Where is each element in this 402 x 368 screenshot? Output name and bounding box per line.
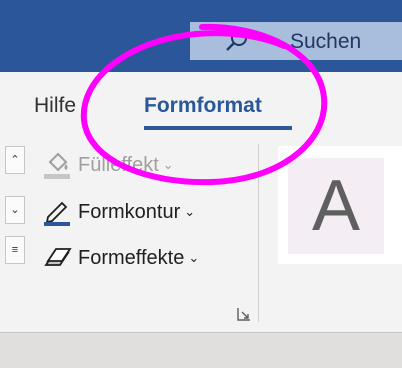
search-icon xyxy=(226,30,247,51)
gallery-more-button[interactable]: ≡ xyxy=(5,236,25,264)
search-box[interactable]: Suchen xyxy=(190,22,402,60)
fuelleffekt-button[interactable]: Fülleffekt ⌄ xyxy=(42,148,174,182)
search-input[interactable]: Suchen xyxy=(290,30,361,54)
pen-icon xyxy=(44,201,70,226)
group-separator xyxy=(258,144,259,322)
chevron-down-icon: ⌄ xyxy=(188,250,200,265)
gallery-more-icon: ≡ xyxy=(11,244,19,256)
gallery-scroll-up-button[interactable]: ⌃ xyxy=(5,146,25,174)
chevron-down-icon: ⌄ xyxy=(162,157,174,172)
chevron-up-icon: ⌃ xyxy=(10,154,20,166)
tab-formformat[interactable]: Formformat xyxy=(144,94,262,118)
gallery-scroll-down-button[interactable]: ⌄ xyxy=(5,196,25,224)
formkontur-button[interactable]: Formkontur ⌄ xyxy=(42,195,195,229)
dialog-launcher-icon[interactable] xyxy=(236,306,252,322)
formeffekte-label: Formeffekte xyxy=(78,246,185,269)
ribbon-tabs: Hilfe Formformat xyxy=(0,72,402,140)
wordart-style-preview[interactable]: A xyxy=(288,158,384,254)
active-tab-indicator xyxy=(144,126,292,130)
paint-bucket-icon xyxy=(44,152,70,179)
effects-icon xyxy=(44,248,72,266)
title-bar: Suchen xyxy=(0,0,402,72)
tab-hilfe[interactable]: Hilfe xyxy=(34,94,76,118)
wordart-preview-letter: A xyxy=(311,166,361,246)
ribbon-bottom-bar xyxy=(0,332,402,368)
chevron-down-icon: ⌄ xyxy=(10,204,20,216)
formeffekte-button[interactable]: Formeffekte ⌄ xyxy=(42,241,199,275)
formkontur-label: Formkontur xyxy=(78,200,181,223)
fuelleffekt-label: Fülleffekt xyxy=(78,153,159,176)
chevron-down-icon: ⌄ xyxy=(184,204,196,219)
